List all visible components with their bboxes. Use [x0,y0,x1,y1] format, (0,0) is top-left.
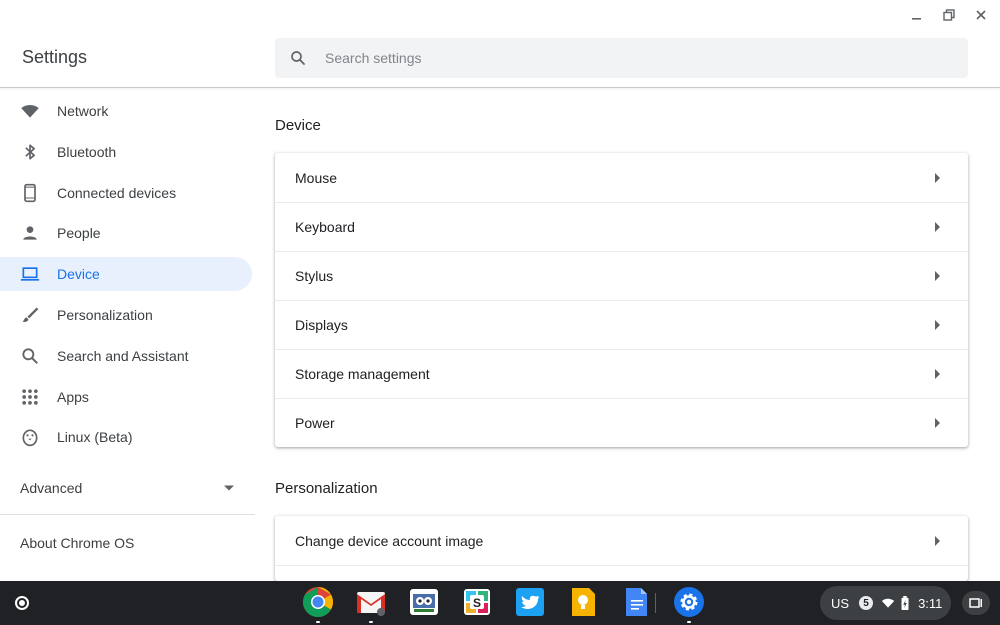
bluetooth-icon [20,142,40,162]
window-controls [908,6,990,24]
arrow-right-icon [935,535,940,546]
restore-icon[interactable] [940,6,958,24]
settings-icon[interactable] [673,586,705,623]
sidebar-item-connected-devices[interactable]: Connected devices [0,176,252,210]
row-label: Mouse [295,169,338,186]
personalization-section-title: Personalization [275,480,378,497]
chevron-down-icon [224,485,234,491]
sidebar-item-search-and-assistant[interactable]: Search and Assistant [0,339,252,373]
sidebar-item-label: Apps [57,388,89,405]
device-section-title: Device [275,117,321,134]
launcher-button[interactable] [10,591,34,615]
row-label: Displays [295,317,348,333]
row-label: Change device account image [295,532,484,549]
displays-row[interactable]: Displays [275,300,968,349]
personalization-card: Change device account image [275,516,968,581]
notification-count-badge: 5 [859,596,874,610]
sidebar-item-people[interactable]: People [0,216,252,250]
search-bar[interactable] [275,38,968,78]
laptop-icon [20,264,40,284]
running-indicator [369,621,373,623]
sidebar-item-device[interactable]: Device [0,257,252,292]
chrome-icon[interactable] [302,586,334,623]
overview-button[interactable] [962,591,990,615]
sidebar-item-label: Search and Assistant [57,347,189,364]
docs-icon[interactable] [620,586,652,618]
search-input[interactable] [323,49,927,67]
launcher-icon [15,596,29,610]
svg-text:S: S [473,596,481,610]
arrow-right-icon [935,222,940,232]
brush-icon [20,305,40,325]
row-label: Keyboard [295,219,355,235]
device-card: Mouse Keyboard Stylus Displays Storage m… [275,153,968,447]
sidebar-item-bluetooth[interactable]: Bluetooth [0,135,252,169]
sidebar-item-label: Network [57,103,109,119]
arrow-right-icon [935,418,940,428]
about-chrome-os-link[interactable]: About Chrome OS [20,535,134,551]
row-label: Storage management [295,366,430,382]
advanced-toggle[interactable]: Advanced [0,476,252,500]
slides-app-icon[interactable]: S [461,586,493,618]
running-indicator [687,621,691,623]
shelf-apps: S [302,586,705,623]
overview-icon [969,598,982,608]
wifi-icon [881,598,895,608]
sidebar-item-label: Device [57,266,100,283]
keyboard-row[interactable]: Keyboard [275,202,968,251]
sidebar-item-label: Personalization [57,306,153,323]
arrow-right-icon [935,172,940,183]
header-divider [0,87,1000,88]
change-account-image-row[interactable]: Change device account image [275,516,968,565]
sidebar-item-label: Connected devices [57,184,177,201]
close-icon[interactable] [972,6,990,24]
arrow-right-icon [935,320,940,330]
penguin-icon [20,427,40,447]
stylus-row[interactable]: Stylus [275,251,968,300]
twitter-icon[interactable] [514,586,546,618]
arrow-right-icon [935,369,940,379]
sidebar: Network Bluetooth Connected devices Peop… [0,94,260,461]
search-icon [291,51,305,65]
sidebar-item-label: Linux (Beta) [57,429,133,446]
shelf-separator [655,593,656,613]
wifi-icon [20,101,40,121]
keep-icon[interactable] [567,586,599,618]
mouse-row[interactable]: Mouse [275,153,968,202]
sidebar-item-label: People [57,225,101,242]
sidebar-item-label: Bluetooth [57,143,117,160]
phone-icon [20,183,40,203]
status-tray[interactable]: US 5 3:11 [820,586,951,620]
next-row-partial[interactable] [275,565,968,581]
sidebar-item-network[interactable]: Network [0,94,252,128]
row-label: Power [295,415,335,431]
language-indicator: US [831,595,850,611]
clock: 3:11 [918,595,943,611]
gmail-icon[interactable] [355,586,387,623]
minimize-icon[interactable] [908,6,926,24]
arrow-right-icon [935,271,940,281]
battery-icon [901,596,909,610]
sidebar-divider [0,514,255,515]
running-indicator [316,621,320,623]
search-icon [20,346,40,366]
game-app-icon[interactable] [408,586,440,618]
sidebar-item-personalization[interactable]: Personalization [0,298,252,332]
sidebar-item-apps[interactable]: Apps [0,380,252,414]
sidebar-item-linux[interactable]: Linux (Beta) [0,420,252,454]
advanced-label: Advanced [20,480,83,496]
power-row[interactable]: Power [275,398,968,447]
page-title: Settings [22,47,88,67]
row-label: Stylus [295,268,334,284]
storage-management-row[interactable]: Storage management [275,349,968,398]
apps-grid-icon [20,387,40,407]
person-icon [20,223,40,243]
shelf: S US 5 3:11 [0,581,1000,625]
